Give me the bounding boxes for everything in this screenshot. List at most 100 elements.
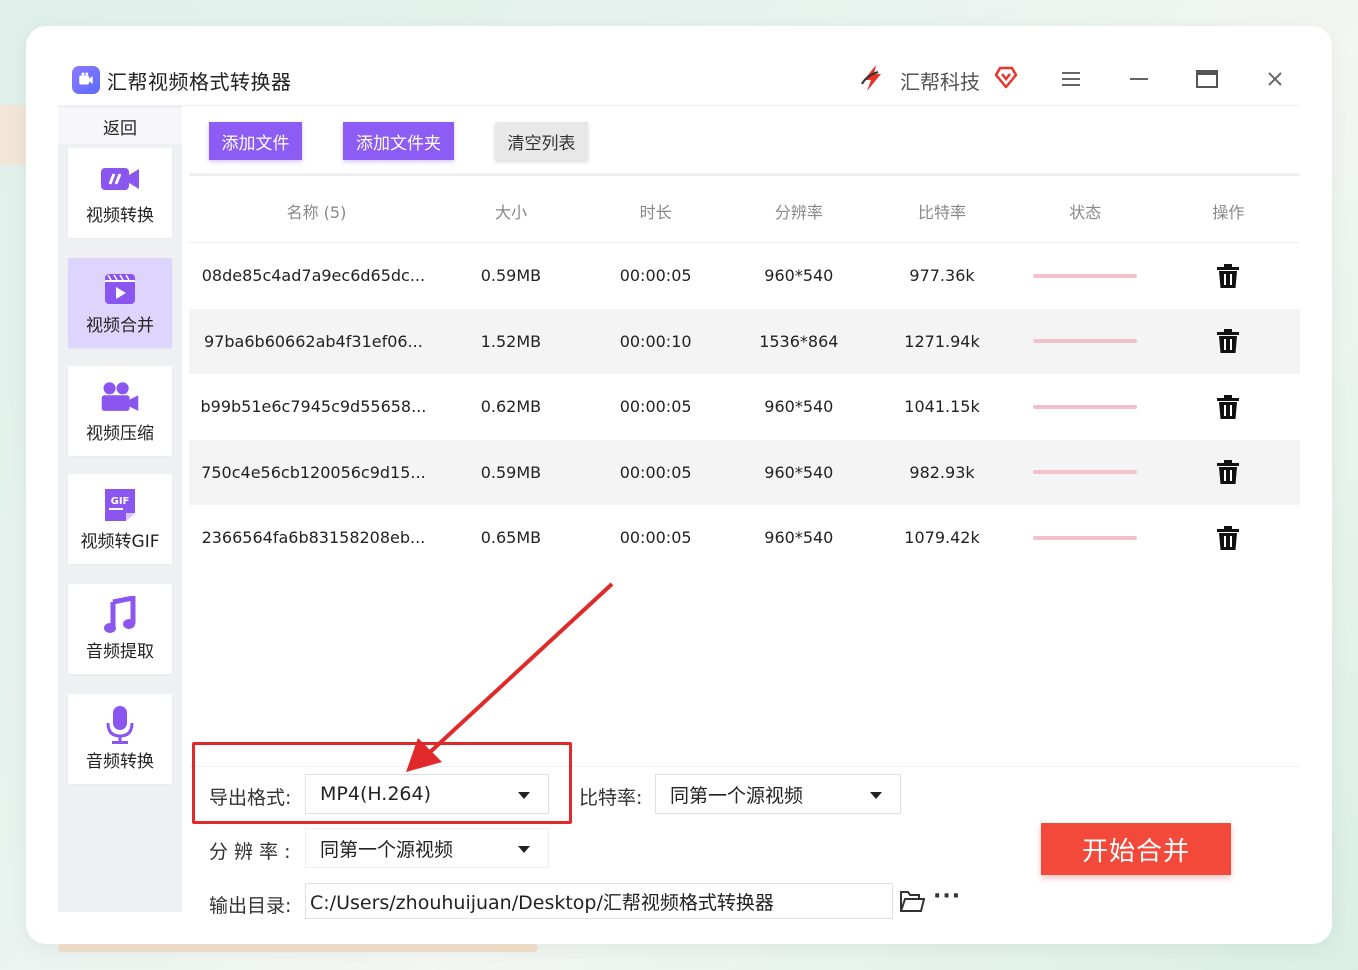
header-size[interactable]: 大小 [438,199,584,223]
sidebar-item-video-convert[interactable]: 视频转换 [68,148,172,238]
resolution-select[interactable]: 同第一个源视频 [305,828,549,868]
gif-icon: GIF [100,487,140,523]
back-button[interactable]: 返回 [58,108,182,144]
header-bitrate[interactable]: 比特率 [870,199,1013,223]
video-convert-icon [100,161,140,197]
sidebar-item-label: 音频提取 [86,641,154,662]
add-folder-button[interactable]: 添加文件夹 [343,122,454,160]
file-name: 2366564fa6b83158208eb... [201,528,426,548]
progress-bar [1033,273,1138,278]
file-bitrate: 982.93k [909,462,975,482]
file-resolution: 960*540 [764,528,834,548]
header-resolution[interactable]: 分辨率 [727,199,870,223]
format-value: MP4(H.264) [320,783,432,805]
status-cell [1014,339,1157,344]
file-bitrate: 1041.15k [904,397,980,417]
file-resolution: 960*540 [764,462,834,482]
sidebar-item-audio-convert[interactable]: 音频转换 [68,694,172,784]
output-dir-label: 输出目录: [209,895,292,917]
table-row[interactable]: 2366564fa6b83158208eb... 0.65MB 00:00:05… [189,505,1300,571]
chevron-down-icon [518,792,530,799]
background-decoration [58,944,538,952]
resolution-label: 分 辨 率 : [209,841,291,863]
header-duration[interactable]: 时长 [584,199,727,223]
add-file-button[interactable]: 添加文件 [209,122,302,160]
maximize-icon[interactable] [1192,64,1222,94]
file-size: 0.65MB [480,528,542,548]
actions-cell [1157,263,1300,289]
file-name: b99b51e6c7945c9d55658... [200,397,427,417]
sidebar-item-video-compress[interactable]: 视频压缩 [68,366,172,456]
progress-bar [1033,404,1138,409]
file-table: 名称 (5) 大小 时长 分辨率 比特率 状态 操作 08de85c4ad7a9… [189,179,1300,571]
sidebar: 返回 视频转换 视频合并 视频压缩 GIF 视频转GIF 音频提取 音频转换 [58,106,182,912]
file-resolution: 1536*864 [759,331,839,351]
trash-icon[interactable] [1216,459,1240,485]
progress-bar [1033,339,1138,344]
svg-text:GIF: GIF [111,496,130,507]
file-size: 1.52MB [480,331,542,351]
format-select[interactable]: MP4(H.264) [305,774,549,814]
more-options-button[interactable]: ··· [933,884,961,909]
file-name: 750c4e56cb120056c9d15... [201,462,426,482]
header-name[interactable]: 名称 (5) [189,199,438,223]
file-size: 0.59MB [480,462,542,482]
app-title: 汇帮视频格式转换器 [107,70,292,94]
header-status: 状态 [1069,202,1102,222]
status-cell [1014,470,1157,475]
main-panel: 添加文件 添加文件夹 清空列表 名称 (5) 大小 时长 分辨率 比特率 状态 … [189,106,1300,919]
header-actions: 操作 [1212,202,1245,222]
sidebar-item-gif[interactable]: GIF 视频转GIF [68,474,172,564]
table-row[interactable]: 97ba6b60662ab4f31ef06... 1.52MB 00:00:10… [189,308,1300,374]
status-cell [1014,273,1157,278]
sidebar-item-label: 视频转GIF [80,531,160,552]
trash-icon[interactable] [1216,263,1240,289]
file-duration: 00:00:05 [619,528,692,548]
bitrate-value: 同第一个源视频 [670,784,804,807]
minimize-icon[interactable] [1124,64,1154,94]
status-cell [1014,404,1157,409]
chevron-down-icon [870,792,882,799]
trash-icon[interactable] [1216,525,1240,551]
status-cell [1014,535,1157,540]
trash-icon[interactable] [1216,328,1240,354]
file-duration: 00:00:10 [619,331,692,351]
table-row[interactable]: 750c4e56cb120056c9d15... 0.59MB 00:00:05… [189,439,1300,505]
actions-cell [1157,394,1300,420]
actions-cell [1157,328,1300,354]
table-row[interactable]: b99b51e6c7945c9d55658... 0.62MB 00:00:05… [189,374,1300,440]
trash-icon[interactable] [1216,394,1240,420]
title-bar: 汇帮视频格式转换器 汇帮科技 [58,52,1300,106]
sidebar-item-audio-extract[interactable]: 音频提取 [68,584,172,674]
sidebar-item-label: 视频合并 [86,315,154,336]
music-note-icon [100,595,140,633]
vip-heart-icon[interactable] [993,64,1019,90]
file-size: 0.59MB [480,266,542,286]
table-row[interactable]: 08de85c4ad7a9ec6d65dc... 0.59MB 00:00:05… [189,243,1300,309]
chevron-down-icon [518,846,530,853]
file-duration: 00:00:05 [619,462,692,482]
file-bitrate: 1079.42k [904,528,980,548]
actions-cell [1157,525,1300,551]
close-icon[interactable] [1260,64,1290,94]
toolbar: 添加文件 添加文件夹 清空列表 [189,106,1300,176]
app-window: 汇帮视频格式转换器 汇帮科技 返回 视频转换 视频合并 视频压缩 GIF 视频转… [58,52,1300,919]
sidebar-item-video-merge[interactable]: 视频合并 [68,258,172,348]
resolution-value: 同第一个源视频 [320,838,454,861]
file-duration: 00:00:05 [619,397,692,417]
app-logo-icon [72,66,100,94]
file-bitrate: 1271.94k [904,331,980,351]
format-label: 导出格式: [209,787,292,809]
video-merge-icon [100,271,140,307]
start-merge-button[interactable]: 开始合并 [1041,823,1231,875]
actions-cell [1157,459,1300,485]
folder-icon[interactable] [899,889,926,913]
bitrate-select[interactable]: 同第一个源视频 [655,774,901,814]
clear-list-button[interactable]: 清空列表 [495,122,588,160]
menu-icon[interactable] [1056,64,1086,94]
file-size: 0.62MB [480,397,542,417]
output-path-input[interactable]: C:/Users/zhouhuijuan/Desktop/汇帮视频格式转换器 [305,883,893,919]
progress-bar [1033,535,1138,540]
file-bitrate: 977.36k [909,266,975,286]
bitrate-label: 比特率: [579,787,643,809]
